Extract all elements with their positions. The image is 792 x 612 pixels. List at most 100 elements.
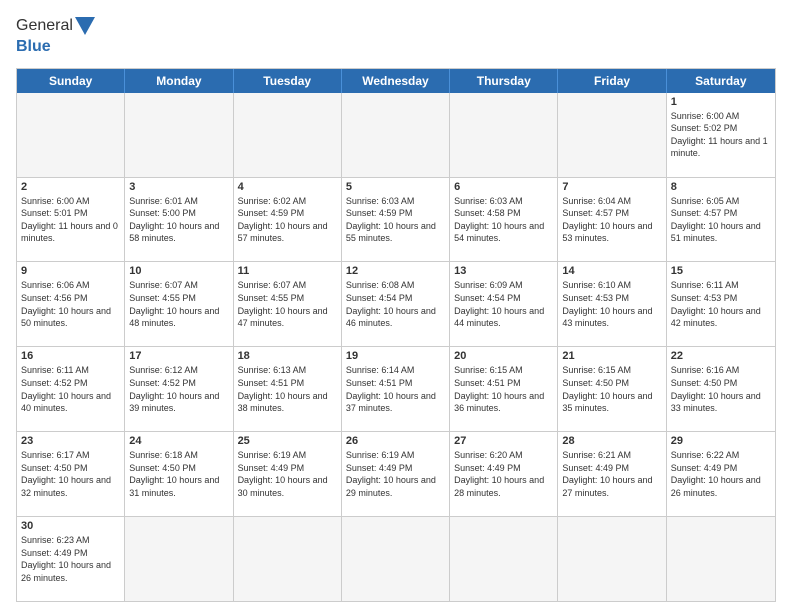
calendar-cell: 11 Sunrise: 6:07 AMSunset: 4:55 PMDayligh…	[234, 262, 342, 346]
day-info: Sunrise: 6:11 AMSunset: 4:53 PMDaylight:…	[671, 279, 771, 329]
calendar-cell	[342, 517, 450, 601]
calendar-cell: 19Sunrise: 6:14 AMSunset: 4:51 PMDayligh…	[342, 347, 450, 431]
calendar-cell	[234, 517, 342, 601]
calendar-cell: 7 Sunrise: 6:04 AMSunset: 4:57 PMDaylight…	[558, 178, 666, 262]
day-number: 3	[129, 181, 228, 193]
day-header-monday: Monday	[125, 69, 233, 93]
calendar-cell: 18Sunrise: 6:13 AMSunset: 4:51 PMDayligh…	[234, 347, 342, 431]
calendar-cell	[342, 93, 450, 177]
day-info: Sunrise: 6:16 AMSunset: 4:50 PMDaylight:…	[671, 364, 771, 414]
day-number: 27	[454, 435, 553, 447]
calendar-cell: 12Sunrise: 6:08 AMSunset: 4:54 PMDayligh…	[342, 262, 450, 346]
calendar-cell: 24Sunrise: 6:18 AMSunset: 4:50 PMDayligh…	[125, 432, 233, 516]
day-info: Sunrise: 6:04 AMSunset: 4:57 PMDaylight:…	[562, 195, 661, 245]
calendar-cell: 23Sunrise: 6:17 AMSunset: 4:50 PMDayligh…	[17, 432, 125, 516]
day-info: Sunrise: 6:03 AMSunset: 4:58 PMDaylight:…	[454, 195, 553, 245]
day-number: 30	[21, 520, 120, 532]
calendar-cell	[450, 517, 558, 601]
calendar-cell	[234, 93, 342, 177]
day-number: 7	[562, 181, 661, 193]
calendar-cell: 25 Sunrise: 6:19 AMSunset: 4:49 PMDayligh…	[234, 432, 342, 516]
logo-blue-text: Blue	[16, 37, 51, 58]
day-number: 6	[454, 181, 553, 193]
day-number: 21	[562, 350, 661, 362]
day-info: Sunrise: 6:06 AMSunset: 4:56 PMDaylight:…	[21, 279, 120, 329]
day-header-sunday: Sunday	[17, 69, 125, 93]
day-number: 16	[21, 350, 120, 362]
day-info: Sunrise: 6:21 AMSunset: 4:49 PMDaylight:…	[562, 449, 661, 499]
day-number: 17	[129, 350, 228, 362]
calendar-cell: 8 Sunrise: 6:05 AMSunset: 4:57 PMDaylight…	[667, 178, 775, 262]
calendar-cell: 4Sunrise: 6:02 AMSunset: 4:59 PMDaylight…	[234, 178, 342, 262]
calendar-cell	[558, 93, 666, 177]
day-number: 26	[346, 435, 445, 447]
calendar-week-2: 2Sunrise: 6:00 AMSunset: 5:01 PMDaylight…	[17, 178, 775, 263]
calendar-cell: 14 Sunrise: 6:10 AMSunset: 4:53 PMDayligh…	[558, 262, 666, 346]
page-header: General Blue	[16, 16, 776, 58]
day-number: 12	[346, 265, 445, 277]
day-number: 14	[562, 265, 661, 277]
calendar-cell	[125, 93, 233, 177]
day-header-wednesday: Wednesday	[342, 69, 450, 93]
calendar-week-3: 9 Sunrise: 6:06 AMSunset: 4:56 PMDaylight…	[17, 262, 775, 347]
day-number: 10	[129, 265, 228, 277]
calendar-cell	[17, 93, 125, 177]
day-header-tuesday: Tuesday	[234, 69, 342, 93]
day-number: 20	[454, 350, 553, 362]
day-number: 19	[346, 350, 445, 362]
day-info: Sunrise: 6:22 AMSunset: 4:49 PMDaylight:…	[671, 449, 771, 499]
day-number: 9	[21, 265, 120, 277]
day-info: Sunrise: 6:15 AMSunset: 4:51 PMDaylight:…	[454, 364, 553, 414]
day-info: Sunrise: 6:05 AMSunset: 4:57 PMDaylight:…	[671, 195, 771, 245]
calendar-cell: 13 Sunrise: 6:09 AMSunset: 4:54 PMDayligh…	[450, 262, 558, 346]
calendar-cell: 6 Sunrise: 6:03 AMSunset: 4:58 PMDaylight…	[450, 178, 558, 262]
calendar-cell	[667, 517, 775, 601]
day-number: 11	[238, 265, 337, 277]
calendar-cell	[558, 517, 666, 601]
day-number: 13	[454, 265, 553, 277]
day-number: 1	[671, 96, 771, 108]
calendar-cell: 15 Sunrise: 6:11 AMSunset: 4:53 PMDayligh…	[667, 262, 775, 346]
calendar-cell: 9 Sunrise: 6:06 AMSunset: 4:56 PMDaylight…	[17, 262, 125, 346]
day-header-friday: Friday	[558, 69, 666, 93]
day-number: 25	[238, 435, 337, 447]
day-number: 22	[671, 350, 771, 362]
calendar-cell: 17 Sunrise: 6:12 AMSunset: 4:52 PMDayligh…	[125, 347, 233, 431]
calendar-cell: 16Sunrise: 6:11 AMSunset: 4:52 PMDayligh…	[17, 347, 125, 431]
day-number: 2	[21, 181, 120, 193]
calendar-body: 1Sunrise: 6:00 AMSunset: 5:02 PMDaylight…	[17, 93, 775, 601]
day-number: 15	[671, 265, 771, 277]
day-info: Sunrise: 6:09 AMSunset: 4:54 PMDaylight:…	[454, 279, 553, 329]
calendar-cell: 22 Sunrise: 6:16 AMSunset: 4:50 PMDayligh…	[667, 347, 775, 431]
day-number: 5	[346, 181, 445, 193]
day-info: Sunrise: 6:10 AMSunset: 4:53 PMDaylight:…	[562, 279, 661, 329]
calendar-week-5: 23Sunrise: 6:17 AMSunset: 4:50 PMDayligh…	[17, 432, 775, 517]
calendar-cell: 28 Sunrise: 6:21 AMSunset: 4:49 PMDayligh…	[558, 432, 666, 516]
day-info: Sunrise: 6:19 AMSunset: 4:49 PMDaylight:…	[346, 449, 445, 499]
calendar-cell: 5 Sunrise: 6:03 AMSunset: 4:59 PMDaylight…	[342, 178, 450, 262]
calendar-cell: 27 Sunrise: 6:20 AMSunset: 4:49 PMDayligh…	[450, 432, 558, 516]
calendar-cell: 10Sunrise: 6:07 AMSunset: 4:55 PMDayligh…	[125, 262, 233, 346]
calendar-header: SundayMondayTuesdayWednesdayThursdayFrid…	[17, 69, 775, 93]
calendar-page: General Blue SundayMondayTuesdayWednesda…	[0, 0, 792, 612]
calendar-cell: 26 Sunrise: 6:19 AMSunset: 4:49 PMDayligh…	[342, 432, 450, 516]
day-info: Sunrise: 6:18 AMSunset: 4:50 PMDaylight:…	[129, 449, 228, 499]
day-number: 8	[671, 181, 771, 193]
calendar-week-6: 30Sunrise: 6:23 AMSunset: 4:49 PMDayligh…	[17, 517, 775, 601]
calendar-cell	[125, 517, 233, 601]
day-number: 28	[562, 435, 661, 447]
calendar-cell: 29Sunrise: 6:22 AMSunset: 4:49 PMDayligh…	[667, 432, 775, 516]
day-info: Sunrise: 6:15 AMSunset: 4:50 PMDaylight:…	[562, 364, 661, 414]
day-number: 23	[21, 435, 120, 447]
calendar-cell: 3Sunrise: 6:01 AMSunset: 5:00 PMDaylight…	[125, 178, 233, 262]
day-info: Sunrise: 6:07 AMSunset: 4:55 PMDaylight:…	[238, 279, 337, 329]
day-number: 4	[238, 181, 337, 193]
day-info: Sunrise: 6:20 AMSunset: 4:49 PMDaylight:…	[454, 449, 553, 499]
day-number: 18	[238, 350, 337, 362]
day-info: Sunrise: 6:03 AMSunset: 4:59 PMDaylight:…	[346, 195, 445, 245]
day-info: Sunrise: 6:12 AMSunset: 4:52 PMDaylight:…	[129, 364, 228, 414]
logo-triangle-icon	[75, 17, 95, 35]
day-info: Sunrise: 6:19 AMSunset: 4:49 PMDaylight:…	[238, 449, 337, 499]
day-header-thursday: Thursday	[450, 69, 558, 93]
calendar-grid: SundayMondayTuesdayWednesdayThursdayFrid…	[16, 68, 776, 602]
